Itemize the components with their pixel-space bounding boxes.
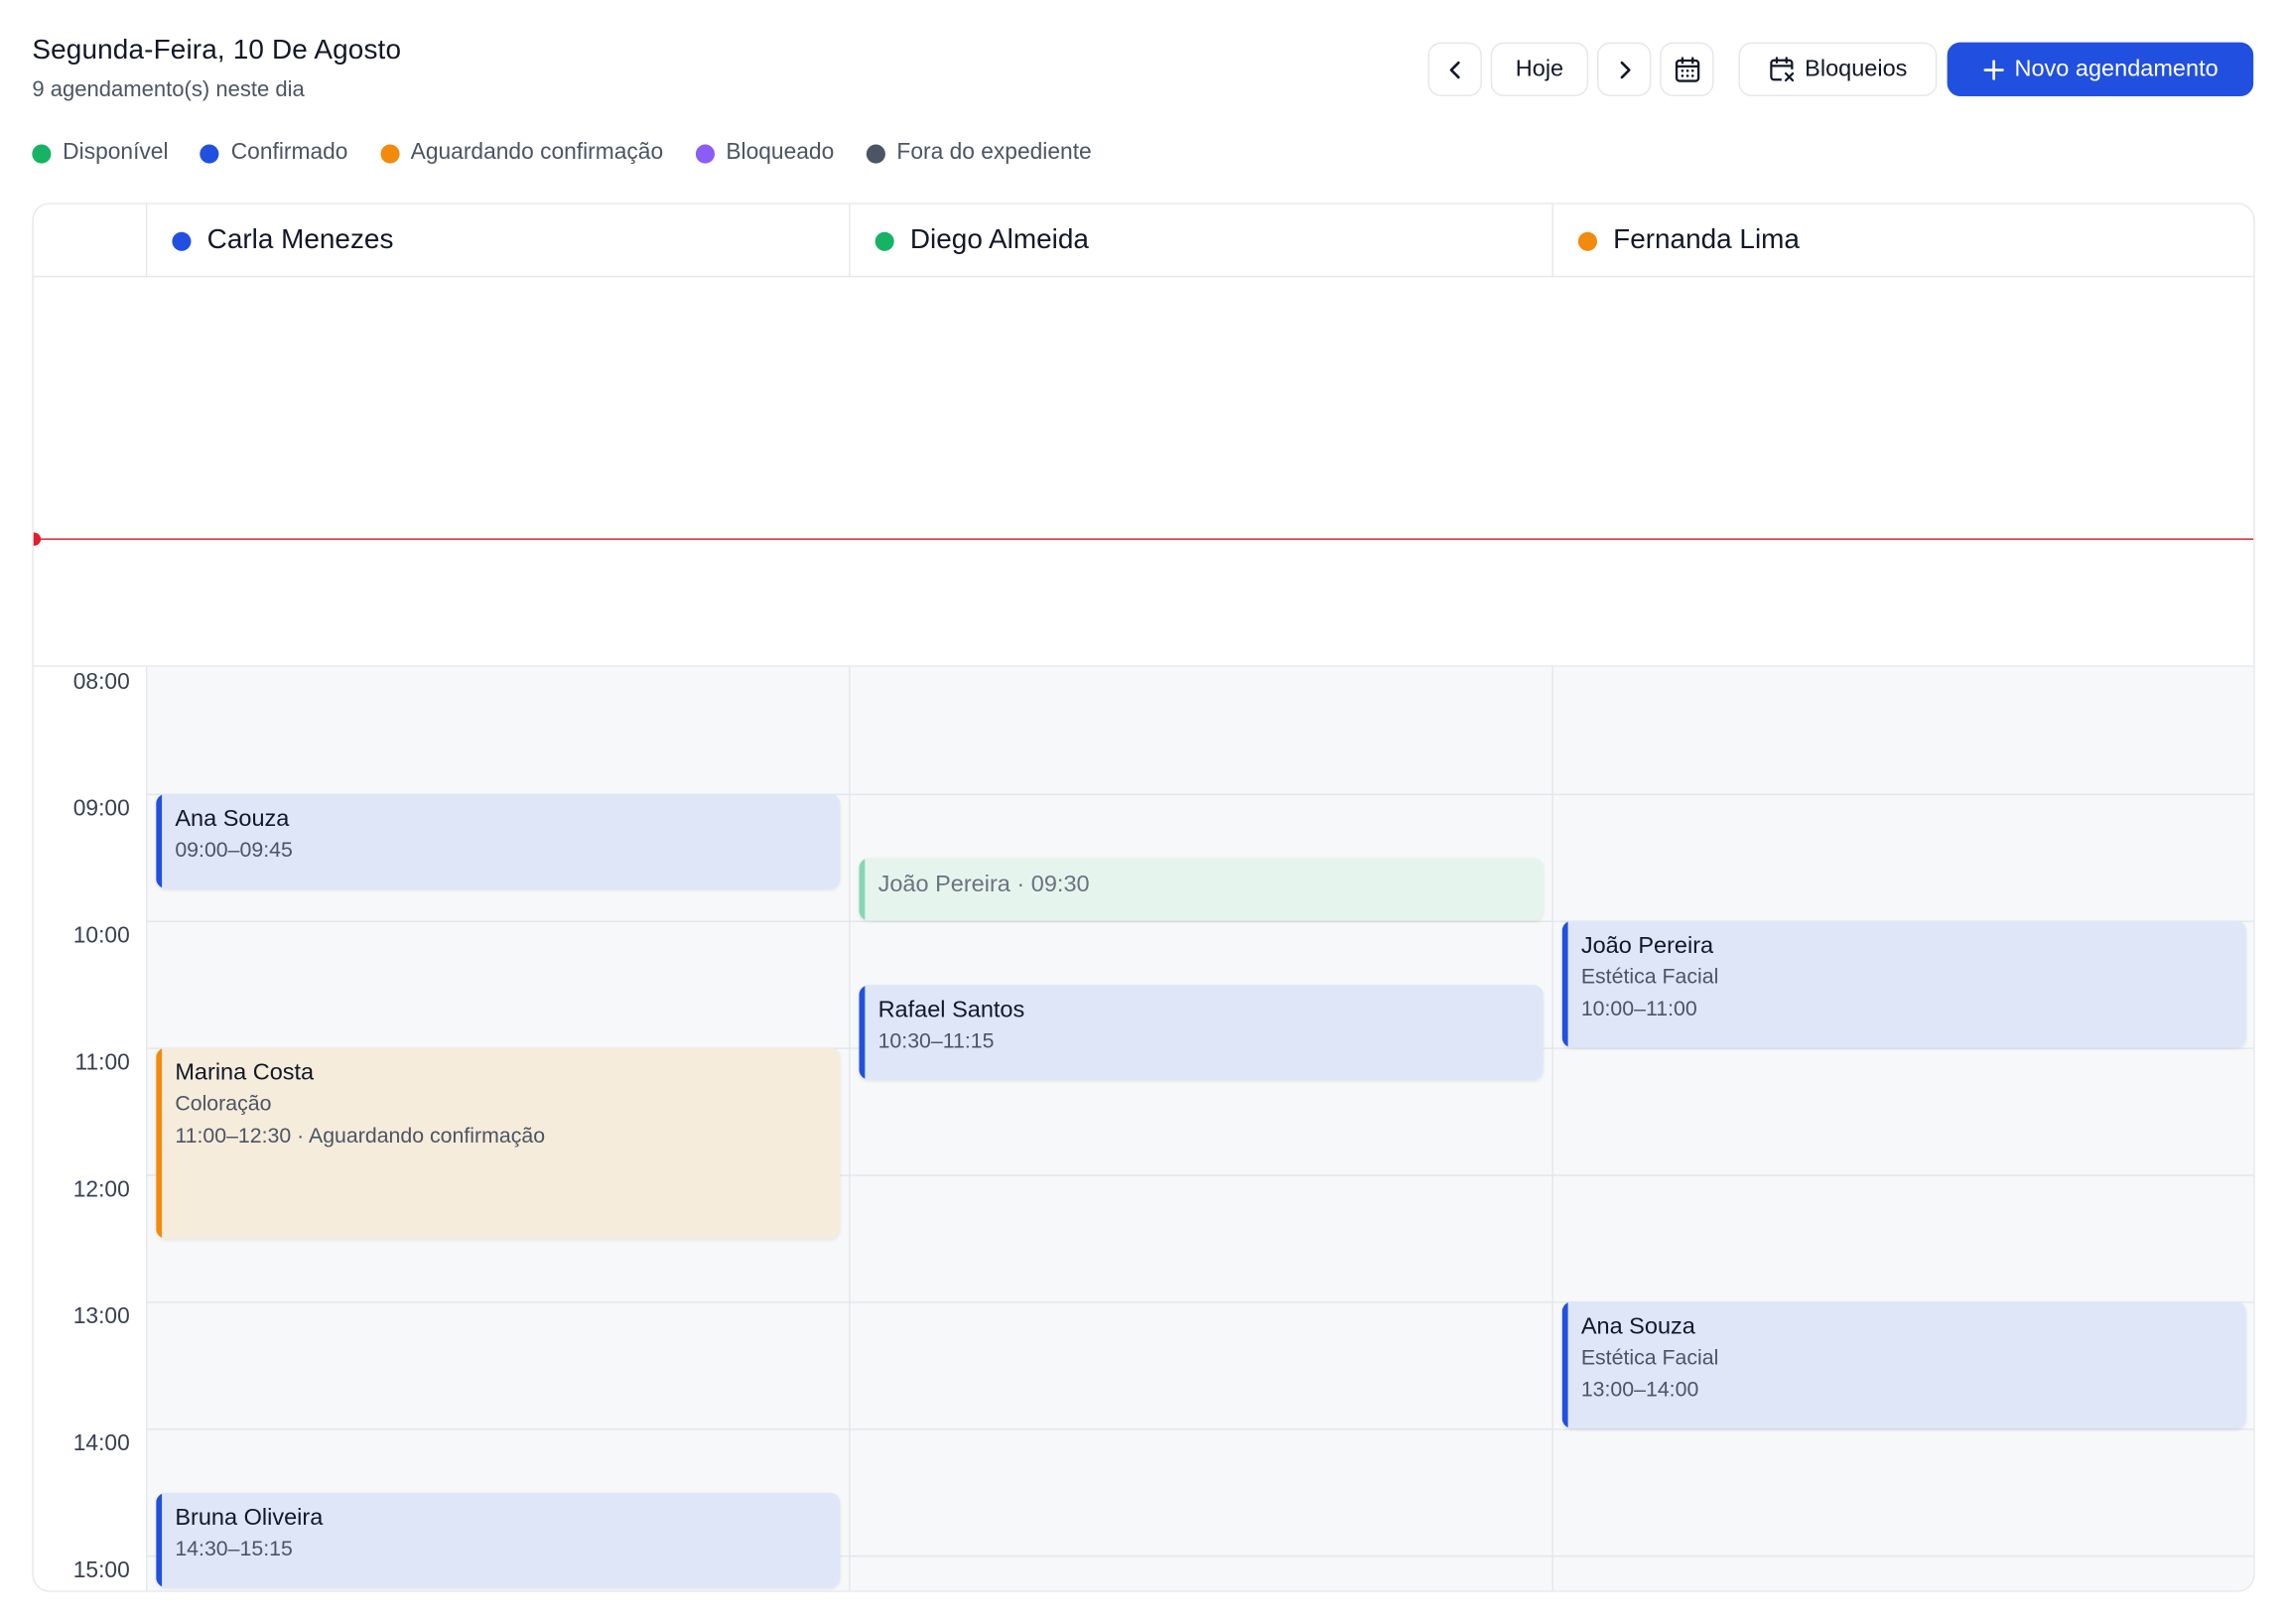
legend-blocked: Bloqueado [695, 140, 834, 166]
professional-dot [874, 230, 894, 251]
appointment-client: Marina Costa [175, 1060, 315, 1086]
hour-label: 13:00 [72, 1304, 130, 1330]
legend-dot [695, 143, 715, 163]
legend-dot [866, 143, 885, 163]
appointment-time: 13:00–14:00 [1580, 1379, 1699, 1403]
hour-label: 10:00 [72, 923, 130, 949]
hour-label: 11:00 [74, 1050, 130, 1076]
blocks-button[interactable]: Bloqueios [1738, 42, 1938, 97]
appointment-time: 10:30–11:15 [877, 1029, 995, 1054]
hour-label: 08:00 [72, 669, 130, 695]
professional-dot [172, 230, 192, 251]
chevron-left-icon [1443, 58, 1467, 81]
lane-fernanda[interactable] [1551, 666, 2254, 1591]
appointment-card[interactable]: Bruna Oliveira 14:30–15:15 [156, 1492, 841, 1588]
legend-label: Aguardando confirmação [410, 140, 664, 166]
legend-label: Bloqueado [726, 140, 835, 166]
appointment-card[interactable]: João Pereira Estética Facial 10:00–11:00 [1561, 920, 2246, 1048]
blocks-button-label: Bloqueios [1805, 56, 1908, 81]
next-day-button[interactable] [1596, 42, 1652, 97]
time-grid: 08:00 09:00 10:00 11:00 12:00 13:00 14:0… [33, 665, 2254, 1591]
previous-day-button[interactable] [1427, 42, 1482, 97]
legend-off-hours: Fora do expediente [866, 140, 1092, 166]
appointment-client: Rafael Santos [877, 998, 1025, 1023]
calendar-x-icon [1768, 56, 1796, 83]
lane-diego[interactable] [849, 666, 1552, 1591]
new-appointment-label: Novo agendamento [2014, 56, 2219, 81]
professional-dot [1577, 230, 1597, 251]
appointment-time: 11:00–12:30 · Aguardando confirmação [175, 1125, 546, 1149]
appointment-client: João Pereira · 09:30 [877, 873, 1090, 897]
hour-label: 12:00 [72, 1177, 130, 1203]
current-time-line [33, 538, 2254, 540]
current-time-marker [33, 532, 42, 546]
new-appointment-button[interactable]: Novo agendamento [1947, 42, 2254, 97]
legend-pending: Aguardando confirmação [379, 140, 664, 166]
appointment-card[interactable]: Rafael Santos 10:30–11:15 [859, 985, 1544, 1080]
day-schedule: Carla Menezes Diego Almeida Fernanda Lim… [32, 203, 2255, 1592]
appointment-card[interactable]: Ana Souza Estética Facial 13:00–14:00 [1561, 1301, 2246, 1429]
appointment-service: Estética Facial [1580, 966, 1719, 990]
column-header-fernanda: Fernanda Lima [1551, 203, 2253, 278]
appointment-time: 09:00–09:45 [175, 839, 293, 863]
appointment-service: Estética Facial [1580, 1346, 1719, 1371]
appointment-client: Ana Souza [175, 806, 290, 832]
legend-available: Disponível [32, 140, 169, 166]
professional-name: Fernanda Lima [1613, 224, 1800, 256]
hour-label: 14:00 [72, 1430, 130, 1456]
legend-confirmed: Confirmado [200, 140, 348, 166]
plus-icon [1982, 58, 2006, 81]
legend-label: Fora do expediente [896, 140, 1092, 166]
appointment-card[interactable]: João Pereira · 09:30 [859, 858, 1544, 921]
hour-label: 09:00 [72, 796, 130, 822]
page-title: Segunda-Feira, 10 De Agosto [32, 35, 402, 67]
hour-line [33, 1428, 2254, 1430]
appointment-card[interactable]: Marina Costa Coloração 11:00–12:30 · Agu… [156, 1047, 841, 1239]
appointment-service: Coloração [175, 1092, 272, 1117]
date-picker-button[interactable] [1660, 42, 1714, 97]
legend-dot [32, 143, 52, 163]
calendar-icon [1673, 55, 1701, 83]
chevron-right-icon [1612, 58, 1636, 81]
today-button[interactable]: Hoje [1490, 42, 1589, 97]
column-header-diego: Diego Almeida [849, 203, 1551, 278]
professionals-header: Carla Menezes Diego Almeida Fernanda Lim… [33, 203, 2254, 278]
legend-label: Confirmado [230, 140, 348, 166]
column-header-carla: Carla Menezes [145, 203, 849, 278]
appointment-count: 9 agendamento(s) neste dia [32, 76, 305, 102]
professional-name: Carla Menezes [206, 224, 394, 256]
appointment-card[interactable]: Ana Souza 09:00–09:45 [156, 793, 841, 889]
hour-label: 15:00 [72, 1557, 130, 1583]
appointment-client: João Pereira [1580, 933, 1714, 959]
appointment-client: Bruna Oliveira [175, 1505, 324, 1531]
legend-dot [200, 143, 219, 163]
appointment-client: Ana Souza [1580, 1314, 1695, 1340]
status-legend: Disponível Confirmado Aguardando confirm… [32, 140, 1092, 166]
professional-name: Diego Almeida [909, 224, 1089, 256]
hours-gutter: 08:00 09:00 10:00 11:00 12:00 13:00 14:0… [33, 666, 148, 1591]
legend-label: Disponível [63, 140, 169, 166]
appointment-time: 14:30–15:15 [175, 1538, 293, 1561]
legend-dot [379, 143, 399, 163]
today-button-label: Hoje [1515, 56, 1564, 81]
appointment-time: 10:00–11:00 [1580, 998, 1697, 1021]
